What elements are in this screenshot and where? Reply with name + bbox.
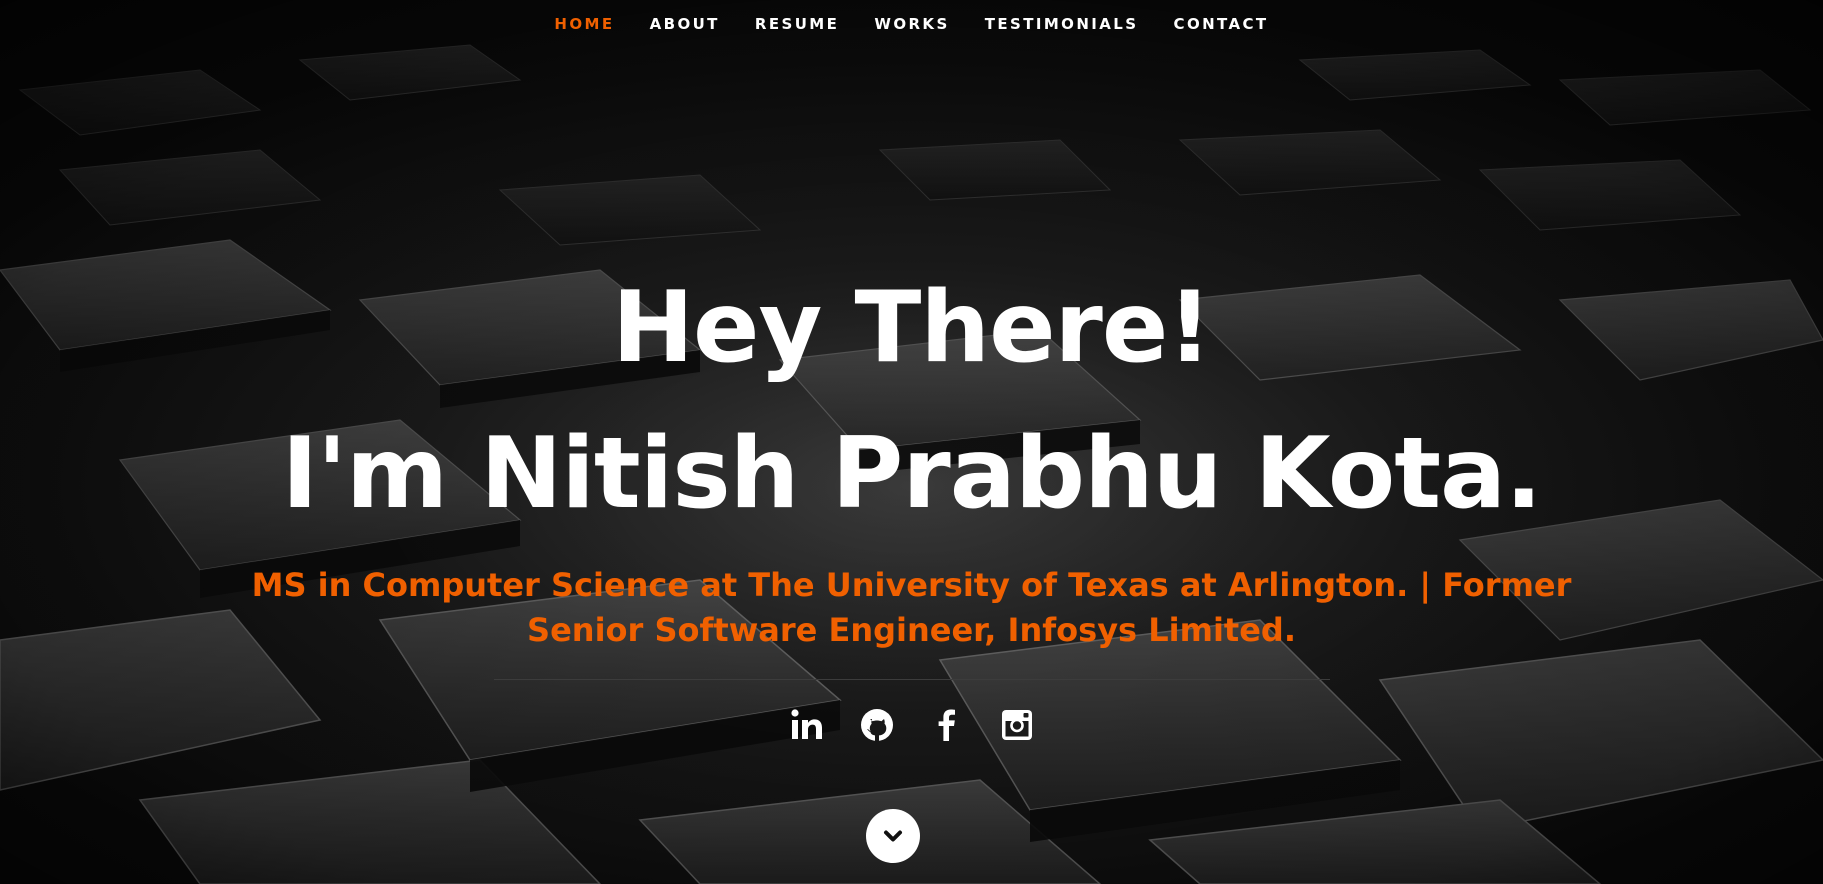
- linkedin-icon[interactable]: [786, 704, 828, 746]
- facebook-icon[interactable]: [926, 704, 968, 746]
- headline-greeting: Hey There!: [611, 271, 1212, 385]
- banner: Hey There! I'm Nitish Prabhu Kota. MS in…: [0, 255, 1823, 746]
- social-links: [0, 704, 1823, 746]
- nav-item-contact[interactable]: CONTACT: [1174, 15, 1269, 33]
- scroll-down-button[interactable]: [866, 809, 920, 863]
- headline-name: I'm Nitish Prabhu Kota.: [281, 417, 1543, 531]
- nav-item-testimonials[interactable]: TESTIMONIALS: [985, 15, 1139, 33]
- subtitle: MS in Computer Science at The University…: [251, 566, 1572, 649]
- nav-item-about[interactable]: ABOUT: [650, 15, 720, 33]
- divider: [493, 679, 1330, 680]
- hero-section: HOME ABOUT RESUME WORKS TESTIMONIALS CON…: [0, 0, 1823, 884]
- instagram-icon[interactable]: [996, 704, 1038, 746]
- nav-item-works[interactable]: WORKS: [874, 15, 949, 33]
- nav-item-resume[interactable]: RESUME: [755, 15, 839, 33]
- main-nav: HOME ABOUT RESUME WORKS TESTIMONIALS CON…: [0, 14, 1823, 33]
- github-icon[interactable]: [856, 704, 898, 746]
- nav-item-home[interactable]: HOME: [554, 15, 614, 33]
- chevron-down-icon: [884, 830, 902, 842]
